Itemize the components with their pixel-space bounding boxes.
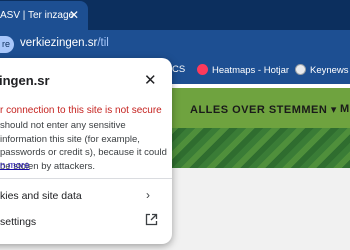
active-tab[interactable]: ASV | Ter inzage ✕ xyxy=(0,1,88,30)
cookies-row[interactable]: kies and site data xyxy=(0,190,82,202)
insecure-warning-heading: r connection to this site is not secure xyxy=(0,105,162,116)
bookmark-hotjar[interactable]: Heatmaps - Hotjar xyxy=(197,64,289,76)
site-info-popup: ingen.sr ✕ r connection to this site is … xyxy=(0,58,172,244)
tab-title: ASV | Ter inzage xyxy=(0,10,75,21)
nav-item-alles-over-stemmen[interactable]: ALLES OVER STEMMEN ▾ xyxy=(190,103,337,116)
site-info-label: re xyxy=(1,39,10,49)
hotjar-icon xyxy=(197,64,208,75)
chevron-right-icon[interactable]: › xyxy=(146,188,150,202)
close-icon[interactable]: ✕ xyxy=(144,71,157,89)
close-icon[interactable]: ✕ xyxy=(69,8,79,22)
nav-item-next[interactable]: M xyxy=(340,103,349,115)
tab-strip: ASV | Ter inzage ✕ xyxy=(0,0,350,30)
url-field[interactable]: verkiezingen.sr/til xyxy=(20,37,109,49)
open-external-icon[interactable] xyxy=(145,213,158,226)
caret-down-icon: ▾ xyxy=(330,104,337,116)
bookmark-cs[interactable]: CS xyxy=(172,64,185,75)
url-host: verkiezingen.sr xyxy=(20,37,98,49)
site-settings-row[interactable]: settings xyxy=(0,216,36,228)
globe-icon xyxy=(295,64,306,75)
learn-more-link[interactable]: n more xyxy=(0,160,30,171)
popup-title: ingen.sr xyxy=(0,73,50,88)
bookmark-keynews[interactable]: Keynews Su xyxy=(295,64,350,76)
url-path: /til xyxy=(97,37,109,49)
site-info-chip[interactable]: re xyxy=(0,36,14,53)
divider xyxy=(0,178,172,179)
